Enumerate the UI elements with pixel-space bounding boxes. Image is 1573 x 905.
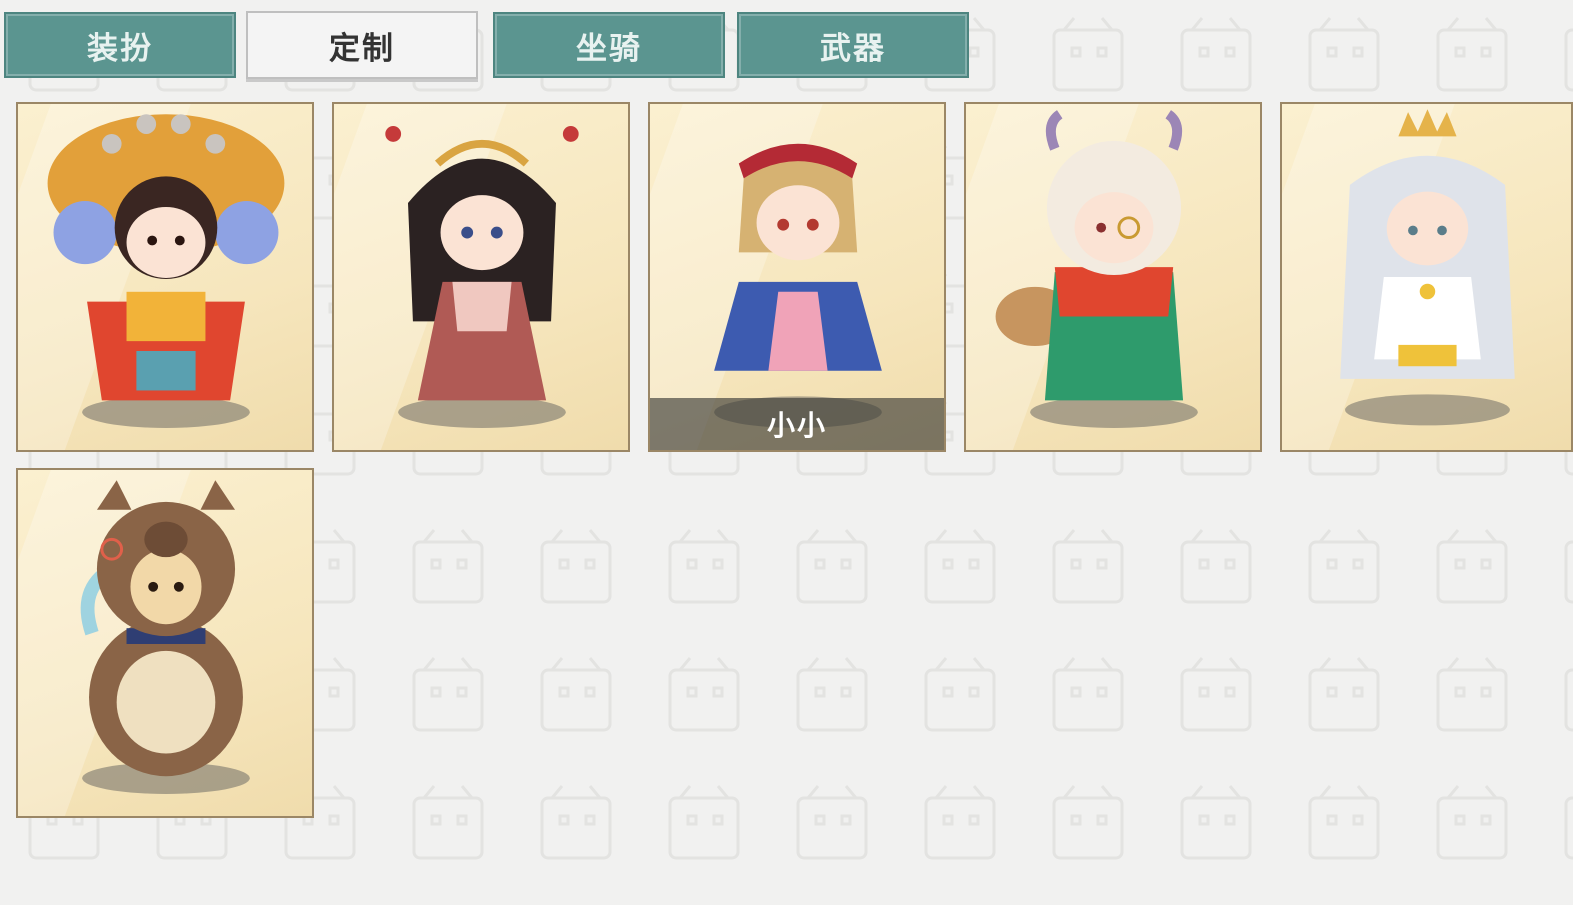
skin-card-bear-costume[interactable] [16,468,314,818]
tab-label: 定制 [329,30,395,67]
ancient-princess-figure [385,126,579,428]
skin-card-sheep-scholar[interactable] [964,102,1262,452]
skin-card-silver-hair-queen[interactable] [1280,102,1573,452]
tab-mounts[interactable]: 坐骑 [493,12,725,78]
sheep-scholar-figure [995,110,1198,428]
skin-card-ancient-princess[interactable] [332,102,630,452]
tab-custom[interactable]: 定制 [246,11,478,79]
tab-dress-up[interactable]: 装扮 [4,12,236,78]
skin-card-lolita-girl[interactable]: 小小 [648,102,946,452]
skin-caption: 小小 [650,398,944,450]
tab-label: 装扮 [87,30,153,67]
tab-weapons[interactable]: 武器 [737,12,969,78]
silver-hair-queen-figure [1340,109,1515,426]
opera-queen-figure [47,114,285,428]
tab-label: 武器 [820,30,886,67]
skin-card-opera-queen[interactable] [16,102,314,452]
tab-label: 坐骑 [576,30,642,67]
bear-costume-figure [80,480,250,794]
